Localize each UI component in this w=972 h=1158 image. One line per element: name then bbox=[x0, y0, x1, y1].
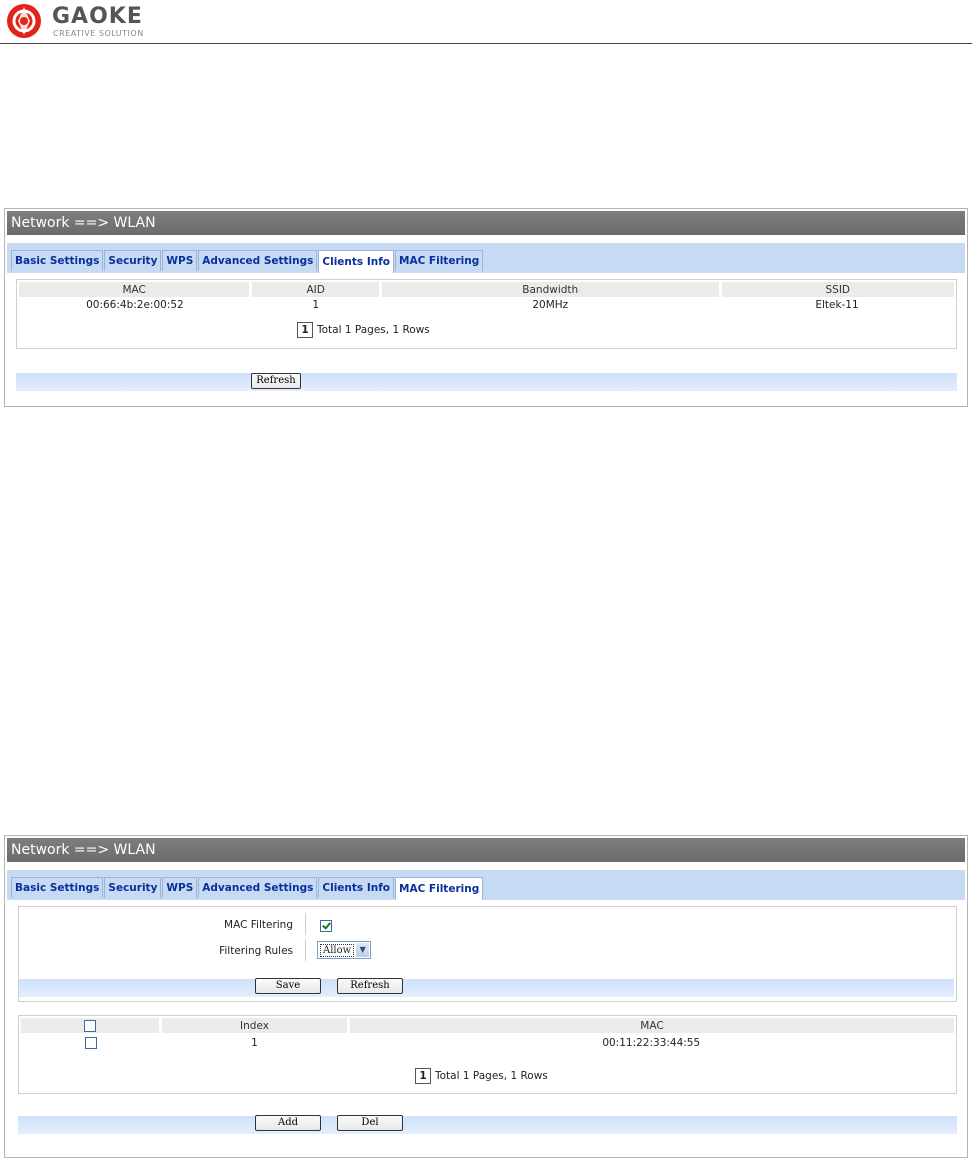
column-header-bandwidth: Bandwidth bbox=[380, 282, 722, 297]
clients-table-box: MAC AID Bandwidth SSID 00:66:4b:2e:00:52… bbox=[16, 279, 957, 349]
pager-summary: Total 1 Pages, 1 Rows bbox=[317, 324, 430, 336]
tab-security[interactable]: Security bbox=[104, 250, 162, 271]
wlan-clients-panel: Network ==> WLAN Basic Settings Security… bbox=[4, 208, 968, 407]
table-row: 00:66:4b:2e:00:52 1 20MHz Eltek-11 bbox=[19, 297, 954, 313]
tab-security[interactable]: Security bbox=[104, 877, 162, 898]
table-header-row: Index MAC bbox=[21, 1018, 954, 1033]
tab-bar: Basic Settings Security WPS Advanced Set… bbox=[7, 243, 965, 273]
cell-mac: 00:11:22:33:44:55 bbox=[602, 1037, 701, 1049]
filter-settings-box: MAC Filtering Filtering Rules Allow ▼ Sa… bbox=[18, 906, 957, 1002]
tab-clients-info[interactable]: Clients Info bbox=[318, 250, 394, 273]
pager-summary: Total 1 Pages, 1 Rows bbox=[435, 1070, 548, 1082]
field-divider bbox=[305, 939, 306, 961]
column-header-select bbox=[21, 1018, 162, 1033]
tab-clients-info[interactable]: Clients Info bbox=[318, 877, 394, 898]
tab-advanced-settings[interactable]: Advanced Settings bbox=[198, 877, 318, 898]
chevron-down-icon: ▼ bbox=[356, 943, 370, 957]
column-header-mac: MAC bbox=[19, 282, 253, 297]
brand-tagline: CREATIVE SOLUTION bbox=[53, 29, 144, 38]
tab-advanced-settings[interactable]: Advanced Settings bbox=[198, 250, 318, 271]
mac-list-table: Index MAC 1 00:11:22:33:44:55 bbox=[21, 1018, 954, 1053]
delete-button[interactable]: Del bbox=[337, 1115, 403, 1131]
filtering-rules-label: Filtering Rules bbox=[219, 945, 293, 957]
refresh-button[interactable]: Refresh bbox=[337, 978, 403, 994]
select-all-checkbox[interactable] bbox=[84, 1019, 96, 1032]
header-divider bbox=[0, 43, 972, 44]
form-action-bar bbox=[19, 979, 954, 997]
cell-bandwidth: 20MHz bbox=[532, 299, 569, 311]
document-header: GAOKE CREATIVE SOLUTION bbox=[0, 0, 972, 44]
column-header-ssid: SSID bbox=[720, 282, 954, 297]
mac-filtering-checkbox[interactable] bbox=[320, 920, 332, 932]
filtering-rules-value: Allow bbox=[320, 943, 355, 957]
tab-wps[interactable]: WPS bbox=[162, 877, 198, 898]
cell-index: 1 bbox=[251, 1037, 258, 1049]
cell-aid: 1 bbox=[312, 299, 319, 311]
brand-name: GAOKE bbox=[52, 4, 143, 29]
gaoke-logo: GAOKE CREATIVE SOLUTION bbox=[6, 3, 166, 41]
wlan-mac-filtering-panel: Network ==> WLAN Basic Settings Security… bbox=[4, 835, 968, 1158]
page-1-button[interactable]: 1 bbox=[415, 1068, 431, 1084]
column-header-index: Index bbox=[160, 1018, 350, 1033]
tab-mac-filtering[interactable]: MAC Filtering bbox=[395, 877, 484, 900]
pager: 1 Total 1 Pages, 1 Rows bbox=[297, 322, 430, 338]
tab-basic-settings[interactable]: Basic Settings bbox=[11, 250, 104, 271]
column-header-aid: AID bbox=[250, 282, 382, 297]
panel-title: Network ==> WLAN bbox=[7, 211, 965, 235]
table-row: 1 00:11:22:33:44:55 bbox=[21, 1033, 954, 1053]
field-divider bbox=[305, 913, 306, 935]
cell-select bbox=[21, 1033, 161, 1053]
tab-bar: Basic Settings Security WPS Advanced Set… bbox=[7, 870, 965, 900]
table-header-row: MAC AID Bandwidth SSID bbox=[19, 282, 954, 297]
logo-mark-icon bbox=[7, 4, 41, 38]
filtering-rules-select[interactable]: Allow ▼ bbox=[317, 941, 371, 959]
row-checkbox[interactable] bbox=[84, 1037, 97, 1049]
cell-ssid: Eltek-11 bbox=[815, 299, 859, 311]
pager: 1 Total 1 Pages, 1 Rows bbox=[415, 1068, 548, 1084]
cell-mac: 00:66:4b:2e:00:52 bbox=[86, 299, 184, 311]
list-action-bar bbox=[18, 1116, 957, 1134]
mac-list-box: Index MAC 1 00:11:22:33:44:55 1 Total 1 … bbox=[18, 1015, 957, 1094]
clients-table: MAC AID Bandwidth SSID 00:66:4b:2e:00:52… bbox=[19, 282, 954, 313]
save-button[interactable]: Save bbox=[255, 978, 321, 994]
tab-wps[interactable]: WPS bbox=[162, 250, 198, 271]
tab-basic-settings[interactable]: Basic Settings bbox=[11, 877, 104, 898]
action-bar bbox=[16, 373, 957, 391]
tab-mac-filtering[interactable]: MAC Filtering bbox=[395, 250, 484, 271]
mac-filtering-label: MAC Filtering bbox=[224, 919, 293, 931]
panel-title: Network ==> WLAN bbox=[7, 838, 965, 862]
add-button[interactable]: Add bbox=[255, 1115, 321, 1131]
refresh-button[interactable]: Refresh bbox=[251, 373, 301, 389]
column-header-mac: MAC bbox=[348, 1018, 954, 1033]
page-1-button[interactable]: 1 bbox=[297, 322, 313, 338]
